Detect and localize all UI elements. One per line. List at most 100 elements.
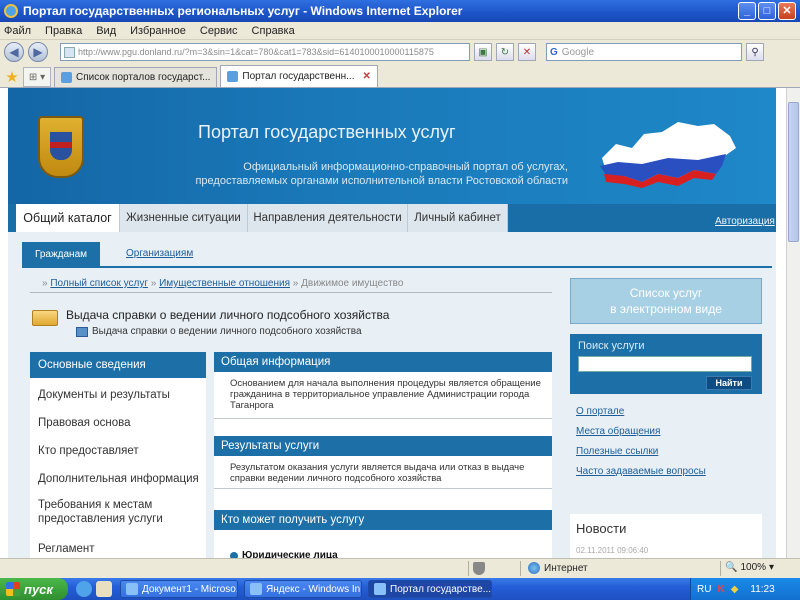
subtab-organizations[interactable]: Организациям [126,248,193,259]
breadcrumb: » Полный список услуг » Имущественные от… [42,278,403,289]
close-button[interactable]: ✕ [778,2,796,20]
scrollbar-thumb[interactable] [788,102,799,242]
vertical-scrollbar[interactable] [786,88,800,558]
entity-label: Юридические лица [242,550,338,558]
forward-button[interactable]: ▶ [28,42,48,62]
left-menu-requirements[interactable]: Требования к местам предоставления услуг… [30,498,180,526]
stop-icon[interactable]: ✕ [518,43,536,61]
nav-tab-activities[interactable]: Направления деятельности [248,204,408,232]
quick-tabs-icon[interactable]: ⊞ ▾ [23,67,51,87]
service-search-input[interactable] [578,356,752,372]
site-title: Портал государственных услуг [198,122,456,142]
left-menu-provider[interactable]: Кто предоставляет [30,444,206,458]
menu-help[interactable]: Справка [252,25,295,37]
section-header-general: Общая информация [214,352,552,372]
ie-icon [250,583,262,595]
start-button[interactable]: пуск [0,578,68,600]
site-subtitle: Официальный информационно-справочный пор… [148,160,568,188]
news-box: Новости 02.11.2011 09:06:40 [570,514,762,558]
address-field[interactable]: http://www.pgu.donland.ru/?m=3&sin=1&cat… [60,43,470,61]
service-title: Выдача справки о ведении личного подсобн… [66,308,390,322]
left-menu-regulation[interactable]: Регламент [30,542,206,556]
task-word[interactable]: Документ1 - Microso... [120,580,238,598]
section-text-results: Результатом оказания услуги является выд… [230,462,525,484]
quicklaunch-desktop-icon[interactable] [96,581,112,597]
clock: 11:23 [750,583,775,595]
rostov-coat-of-arms-icon [38,116,84,178]
start-label: пуск [24,581,53,597]
address-toolbar: ◀ ▶ http://www.pgu.donland.ru/?m=3&sin=1… [0,40,800,64]
breadcrumb-sep: » [292,278,299,289]
menu-tools[interactable]: Сервис [200,25,238,37]
menu-view[interactable]: Вид [96,25,116,37]
window-title: Портал государственных региональных услу… [23,4,463,18]
section-header-results: Результаты услуги [214,436,552,456]
antivirus-icon[interactable]: K [717,584,724,595]
search-placeholder: Google [561,46,595,58]
service-details: Общая информация Основанием для начала в… [214,352,552,558]
task-label: Яндекс - Windows In... [266,583,362,595]
link-useful-links[interactable]: Полезные ссылки [576,446,658,457]
link-faq[interactable]: Часто задаваемые вопросы [576,466,706,477]
security-zone: Интернет [528,562,588,574]
nav-tab-catalog[interactable]: Общий каталог [16,204,120,232]
minimize-button[interactable]: _ [738,2,756,20]
left-menu-additional-info[interactable]: Дополнительная информация [30,472,206,486]
menu-file[interactable]: Файл [4,25,31,37]
link-about-portal[interactable]: О портале [576,406,624,417]
browser-tab-bar: ★ ⊞ ▾ Список порталов государст... Порта… [0,64,800,88]
refresh-icon[interactable]: ↻ [496,43,514,61]
subtab-citizens[interactable]: Гражданам [22,242,100,266]
breadcrumb-property[interactable]: Имущественные отношения [159,278,290,289]
zoom-control[interactable]: 🔍 100% ▾ [725,562,774,573]
search-icon[interactable]: ⚲ [746,43,764,61]
back-button[interactable]: ◀ [4,42,24,62]
taskbar: пуск Документ1 - Microso... Яндекс - Win… [0,578,800,600]
globe-icon [528,562,540,574]
task-portal[interactable]: Портал государстве... [368,580,492,598]
maximize-button[interactable]: □ [758,2,776,20]
nav-tab-personal-cabinet[interactable]: Личный кабинет [408,204,508,232]
document-icon [76,326,88,337]
quicklaunch-ie-icon[interactable] [76,581,92,597]
auth-link[interactable]: Авторизация [715,216,775,227]
news-date: 02.11.2011 09:06:40 [576,546,649,555]
left-menu-basic-info[interactable]: Основные сведения [30,352,206,378]
tab-close-icon[interactable]: ✕ [363,71,371,82]
section-divider [214,488,552,489]
service-search-button[interactable]: Найти [706,376,752,390]
left-menu-documents[interactable]: Документы и результаты [30,388,206,402]
site: Портал государственных услуг Официальный… [8,88,776,558]
language-indicator[interactable]: RU [697,584,711,595]
task-yandex[interactable]: Яндекс - Windows In... [244,580,362,598]
favorites-star-icon[interactable]: ★ [4,67,20,87]
service-subtitle-row: Выдача справки о ведении личного подсобн… [76,326,362,337]
menu-favorites[interactable]: Избранное [130,25,186,37]
site-subtitle-line2: предоставляемых органами исполнительной … [195,175,568,187]
search-box[interactable]: G Google [546,43,742,61]
service-search-box: Поиск услуги Найти [570,334,762,394]
word-icon [126,583,138,595]
e-services-button[interactable]: Список услуг в электронном виде [570,278,762,324]
compat-view-icon[interactable]: ▣ [474,43,492,61]
browser-tab-1[interactable]: Список порталов государст... [54,67,218,87]
security-zone-label: Интернет [544,562,588,574]
system-tray: RU K ◆ 11:23 [690,578,800,600]
breadcrumb-divider [30,292,552,293]
link-contact-places[interactable]: Места обращения [576,426,660,437]
browser-tab-2[interactable]: Портал государственн... ✕ [220,65,378,87]
privacy-icon [473,562,485,575]
tab-page-icon [227,71,239,82]
left-menu-legal-basis[interactable]: Правовая основа [30,416,206,430]
browser-tab-label: Список порталов государст... [76,72,211,83]
zoom-icon: 🔍 [725,562,738,573]
menu-edit[interactable]: Правка [45,25,82,37]
breadcrumb-full-list[interactable]: Полный список услуг [50,278,148,289]
security-shield-icon[interactable]: ◆ [731,584,739,595]
ie-icon [374,583,386,595]
zoom-level: 100% [740,562,767,573]
breadcrumb-sep: » [150,278,157,289]
russia-flag-map-icon [600,122,736,188]
left-menu: Основные сведения Документы и результаты… [30,352,206,558]
nav-tab-life-situations[interactable]: Жизненные ситуации [120,204,248,232]
